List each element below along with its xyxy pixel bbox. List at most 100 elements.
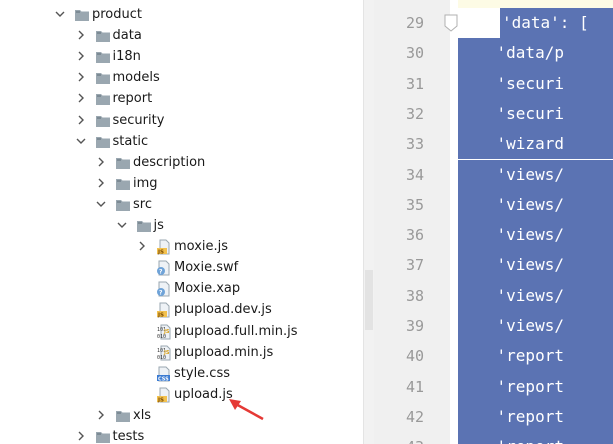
tree-item[interactable]: src — [0, 194, 363, 215]
svg-text:JS: JS — [157, 249, 164, 255]
chevron-down-icon[interactable] — [55, 9, 65, 19]
code-editor[interactable]: 'data': [ 'data/p 'securi 'securi 'wizar… — [458, 0, 613, 444]
chevron-right-icon[interactable] — [96, 178, 106, 188]
tree-item-label: Moxie.xap — [174, 281, 241, 297]
pane-splitter[interactable] — [363, 0, 374, 444]
tree-item[interactable]: tests — [0, 426, 363, 444]
code-line[interactable]: 'report — [458, 341, 564, 371]
line-number: 35 — [405, 195, 424, 214]
chevron-down-icon[interactable] — [76, 136, 86, 146]
tree-item[interactable]: description — [0, 152, 363, 173]
code-line[interactable]: 'report — [458, 432, 564, 444]
tree-item[interactable]: ? Moxie.xap — [0, 278, 363, 299]
chevron-right-icon[interactable] — [137, 241, 147, 251]
tree-item-label: xls — [133, 407, 152, 423]
line-number: 30 — [405, 44, 424, 63]
tree-item[interactable]: JS upload.js — [0, 384, 363, 405]
tree-item[interactable]: models — [0, 67, 363, 88]
tree-item-label: plupload.min.js — [174, 344, 274, 360]
code-line[interactable]: 'wizard — [458, 129, 564, 159]
unknown-file-icon: ? — [156, 260, 172, 276]
tree-item[interactable]: CSS style.css — [0, 363, 363, 384]
code-line[interactable]: 'securi — [458, 99, 564, 129]
tree-item-label: img — [133, 175, 158, 191]
line-number: 42 — [405, 407, 424, 426]
svg-text:?: ? — [159, 290, 163, 297]
chevron-right-icon[interactable] — [76, 431, 86, 441]
line-number: 39 — [405, 317, 424, 335]
tree-item[interactable]: report — [0, 88, 363, 109]
red-arrow-annotation — [229, 399, 264, 421]
code-line[interactable]: 'views/ — [458, 160, 564, 190]
code-line[interactable]: 'data/p — [458, 38, 564, 68]
tree-item-label: i18n — [112, 49, 141, 65]
folder-icon — [95, 49, 111, 65]
tree-item[interactable]: ? Moxie.swf — [0, 257, 363, 278]
folder-icon — [136, 218, 152, 234]
splitter-handle[interactable] — [365, 270, 373, 330]
line-number: 37 — [405, 256, 424, 275]
code-line[interactable]: 'report — [458, 372, 564, 402]
folder-icon — [74, 7, 90, 23]
caret-line-highlight — [458, 0, 613, 8]
unknown-file-icon: ? — [156, 281, 172, 297]
code-line[interactable]: 'views/ — [458, 190, 564, 220]
chevron-right-icon[interactable] — [96, 157, 106, 167]
tree-item-label: Moxie.swf — [174, 260, 239, 276]
svg-text:CSS: CSS — [158, 376, 169, 382]
tree-item[interactable]: js — [0, 215, 363, 236]
tree-item-label: tests — [112, 429, 145, 444]
code-line[interactable]: 'views/ — [458, 250, 564, 280]
tree-item[interactable]: data — [0, 25, 363, 46]
folder-icon — [95, 91, 111, 107]
folder-icon — [95, 134, 111, 150]
folder-icon — [95, 70, 111, 86]
code-line[interactable]: 'views/ — [458, 220, 564, 250]
tree-item-label: data — [112, 28, 142, 44]
editor-gutter: 29 30 31 32 33 34 35 36 37 38 39 40 41 42 43 — [374, 0, 450, 444]
js-file-icon: JS — [156, 387, 172, 403]
code-line[interactable]: 'report — [458, 402, 564, 432]
tree-item[interactable]: 101 010 JS plupload.min.js — [0, 342, 363, 363]
tree-item-label: product — [92, 7, 143, 22]
folder-icon — [115, 155, 131, 171]
line-number: 29 — [405, 14, 424, 32]
tree-item[interactable]: static — [0, 131, 363, 152]
svg-text:JS: JS — [157, 397, 164, 403]
chevron-down-icon[interactable] — [96, 199, 106, 209]
tree-item[interactable]: i18n — [0, 46, 363, 67]
line-number: 36 — [405, 226, 424, 245]
tree-item[interactable]: JS plupload.dev.js — [0, 299, 363, 320]
tree-item[interactable]: product — [0, 4, 363, 25]
tree-item-label: description — [133, 154, 206, 170]
chevron-right-icon[interactable] — [76, 51, 86, 61]
chevron-right-icon[interactable] — [96, 410, 106, 420]
chevron-down-icon[interactable] — [117, 220, 127, 230]
chevron-right-icon[interactable] — [76, 115, 86, 125]
fold-marker-icon[interactable] — [444, 14, 458, 32]
folder-icon — [95, 113, 111, 129]
tree-item[interactable]: 101 010 JS plupload.full.min.js — [0, 321, 363, 342]
chevron-right-icon[interactable] — [76, 30, 86, 40]
tree-item[interactable]: security — [0, 110, 363, 131]
tree-item-label: models — [112, 70, 160, 86]
line-number: 38 — [405, 286, 424, 305]
line-number: 33 — [405, 135, 424, 154]
code-line[interactable]: 'securi — [458, 69, 564, 99]
tree-item-label: js — [153, 218, 164, 233]
line-number: 32 — [405, 104, 424, 123]
tree-item[interactable]: img — [0, 173, 363, 194]
code-line[interactable]: 'views/ — [458, 311, 564, 341]
code-line[interactable]: 'views/ — [458, 281, 564, 311]
chevron-right-icon[interactable] — [76, 72, 86, 82]
tree-item[interactable]: xls — [0, 405, 363, 426]
tree-item-label: src — [133, 196, 152, 212]
chevron-right-icon[interactable] — [76, 93, 86, 103]
folder-icon — [115, 408, 131, 424]
project-tree[interactable]: product data i18n models report security stati… — [0, 0, 363, 444]
code-line[interactable]: 'data': [ — [502, 8, 589, 38]
tree-item[interactable]: JS moxie.js — [0, 236, 363, 257]
line-number: 31 — [405, 74, 424, 93]
minjs-file-icon: 101 010 JS — [156, 345, 172, 361]
folder-icon — [95, 429, 111, 444]
